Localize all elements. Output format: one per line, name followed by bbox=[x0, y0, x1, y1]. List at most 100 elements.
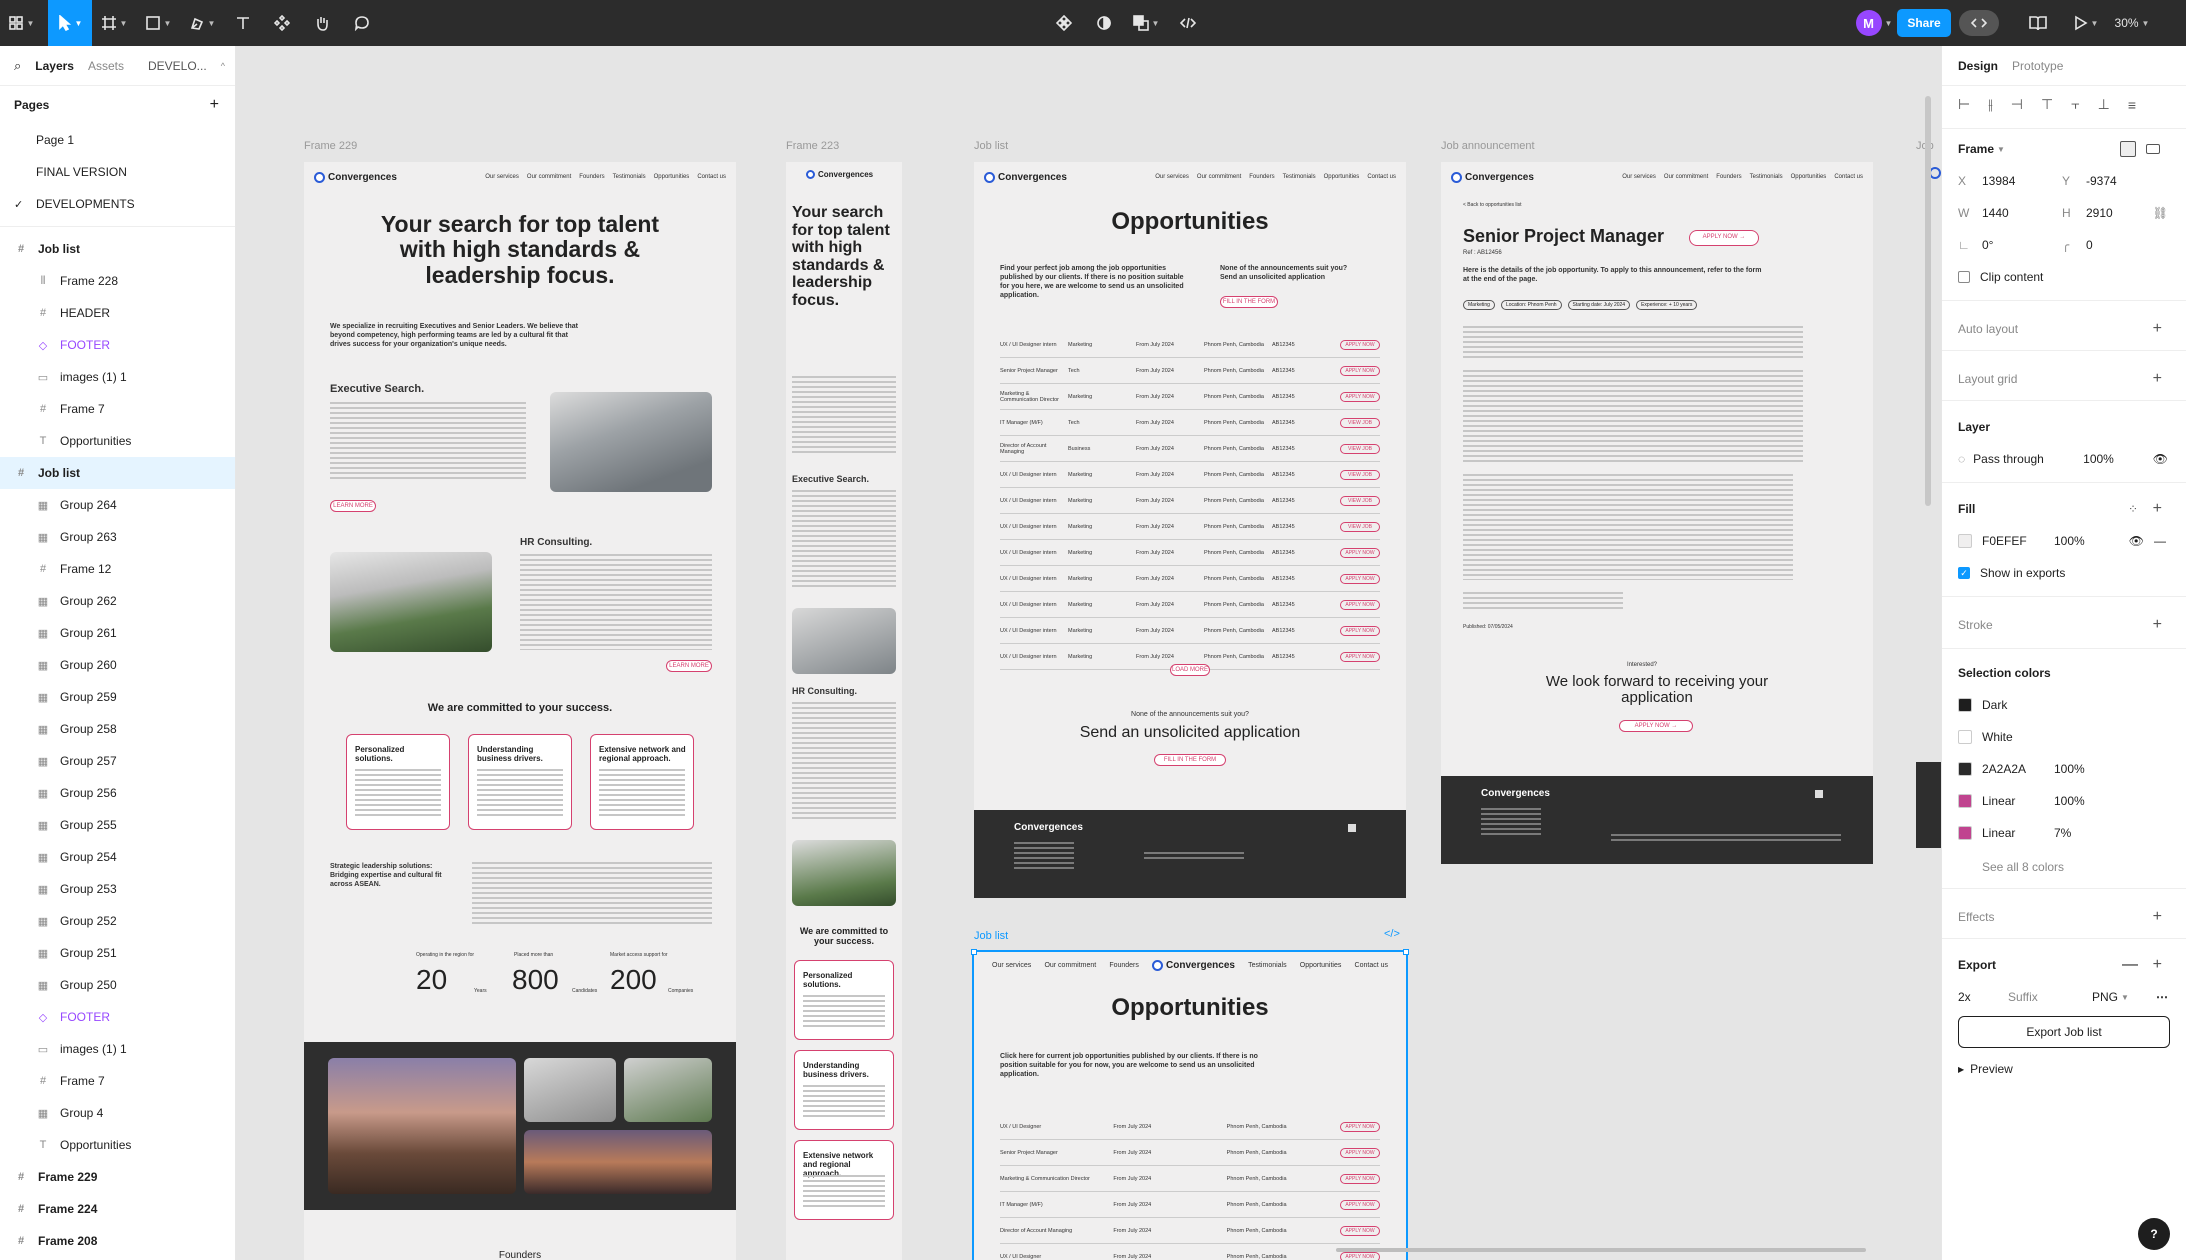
fill-hex-input[interactable]: F0EFEF bbox=[1982, 534, 2054, 548]
remove-fill-icon[interactable]: — bbox=[2154, 534, 2166, 548]
layer-frame[interactable]: # Frame 208 bbox=[0, 1225, 235, 1257]
style-grid-icon[interactable]: ⁘ bbox=[2128, 502, 2138, 516]
tab-design[interactable]: Design bbox=[1958, 59, 1998, 73]
boolean-icon[interactable]: ▼ bbox=[1124, 0, 1168, 46]
canvas[interactable]: Frame 229 Frame 223 Job list Job announc… bbox=[236, 46, 1941, 1260]
layer-item[interactable]: ▦ Group 4 bbox=[0, 1097, 235, 1129]
color-swatch[interactable] bbox=[1958, 730, 1972, 744]
layer-item[interactable]: ▦ Group 251 bbox=[0, 937, 235, 969]
page-item[interactable]: ✓ DEVELOPMENTS bbox=[0, 188, 235, 220]
frame-label[interactable]: Job announcement bbox=[1441, 140, 1535, 152]
layer-frame[interactable]: # Job list bbox=[0, 233, 235, 265]
hand-tool-icon[interactable] bbox=[302, 0, 342, 46]
chevron-down-icon[interactable]: ▼ bbox=[1997, 145, 2005, 154]
resize-handle[interactable] bbox=[971, 949, 977, 955]
tab-layers[interactable]: Layers bbox=[35, 59, 74, 73]
align-top-icon[interactable]: ⊤ bbox=[2041, 96, 2053, 113]
mask-icon[interactable] bbox=[1084, 0, 1124, 46]
layer-item[interactable]: ▦ Group 252 bbox=[0, 905, 235, 937]
fill-opacity-input[interactable]: 100% bbox=[2054, 534, 2098, 548]
partial-frame-footer[interactable] bbox=[1916, 762, 1941, 848]
blend-mode-select[interactable]: Pass through bbox=[1973, 452, 2083, 466]
layer-item[interactable]: ▦ Group 253 bbox=[0, 873, 235, 905]
rotation-input[interactable]: 0° bbox=[1982, 238, 2062, 252]
layer-item[interactable]: ▦ Group 260 bbox=[0, 649, 235, 681]
layer-item[interactable]: T Opportunities bbox=[0, 425, 235, 457]
preview-row[interactable]: ▶ Preview bbox=[1958, 1062, 2174, 1076]
move-tool-icon[interactable]: ▼ bbox=[48, 0, 92, 46]
frame-label[interactable]: Frame bbox=[1958, 142, 1994, 156]
add-layout-grid-icon[interactable]: + bbox=[2153, 370, 2162, 388]
present-icon[interactable]: ▼ bbox=[2064, 0, 2108, 46]
search-icon[interactable]: ⌕ bbox=[14, 58, 21, 74]
code-icon[interactable] bbox=[1168, 0, 1208, 46]
layer-item[interactable]: T Opportunities bbox=[0, 1129, 235, 1161]
components-tool-icon[interactable] bbox=[262, 0, 302, 46]
frame-label-selected[interactable]: Job list bbox=[974, 930, 1008, 942]
frame-label[interactable]: Frame 223 bbox=[786, 140, 839, 152]
main-menu-icon[interactable]: ▼ bbox=[0, 0, 42, 46]
layer-frame[interactable]: # Frame 224 bbox=[0, 1193, 235, 1225]
align-center-icon[interactable]: ⫲ bbox=[1988, 96, 1993, 113]
pen-tool-icon[interactable]: ▼ bbox=[180, 0, 224, 46]
color-swatch[interactable] bbox=[1958, 826, 1972, 840]
fill-swatch[interactable] bbox=[1958, 534, 1972, 548]
add-page-icon[interactable]: + bbox=[210, 96, 219, 114]
frame-job-list[interactable]: Convergences Our services Our commitment F… bbox=[974, 162, 1406, 898]
layer-item[interactable]: ◇ FOOTER bbox=[0, 329, 235, 361]
frame-223[interactable]: Convergences Your search for top talent … bbox=[786, 162, 902, 1260]
selection-color-row[interactable]: Linear 7% bbox=[1958, 826, 2174, 840]
layer-opacity-input[interactable]: 100% bbox=[2083, 452, 2127, 466]
frame-job-announcement[interactable]: Convergences Our services Our commitment F… bbox=[1441, 162, 1873, 864]
selection-color-row[interactable]: Linear 100% bbox=[1958, 794, 2174, 808]
selection-color-row[interactable]: Dark bbox=[1958, 698, 2174, 712]
page-item[interactable]: Page 1 bbox=[0, 124, 235, 156]
text-tool-icon[interactable] bbox=[224, 0, 262, 46]
selection-color-row[interactable]: White bbox=[1958, 730, 2174, 744]
clip-content-checkbox[interactable] bbox=[1958, 271, 1970, 283]
horizontal-scrollbar[interactable] bbox=[1336, 1248, 1866, 1252]
color-swatch[interactable] bbox=[1958, 762, 1972, 776]
x-input[interactable]: 13984 bbox=[1982, 174, 2062, 188]
tab-prototype[interactable]: Prototype bbox=[2012, 59, 2063, 73]
layer-item[interactable]: # HEADER bbox=[0, 297, 235, 329]
constrain-proportions-icon[interactable]: ⛓ bbox=[2153, 206, 2168, 220]
component-icon[interactable] bbox=[1044, 0, 1084, 46]
show-exports-checkbox[interactable]: ✓ bbox=[1958, 567, 1970, 579]
vertical-scrollbar[interactable] bbox=[1925, 96, 1931, 506]
chevron-down-icon[interactable]: ▼ bbox=[2121, 993, 2129, 1002]
layer-frame-selected[interactable]: # Job list bbox=[0, 457, 235, 489]
layer-item[interactable]: ▭ images (1) 1 bbox=[0, 361, 235, 393]
export-suffix-input[interactable]: Suffix bbox=[2008, 990, 2092, 1004]
layer-item[interactable]: ▦ Group 263 bbox=[0, 521, 235, 553]
distribute-icon[interactable]: ≡ bbox=[2128, 97, 2136, 113]
export-format-select[interactable]: PNG bbox=[2092, 990, 2118, 1004]
layer-item[interactable]: ▭ images (1) 1 bbox=[0, 1033, 235, 1065]
export-scale-select[interactable]: 2x bbox=[1958, 990, 2008, 1004]
export-button[interactable]: Export Job list bbox=[1958, 1016, 2170, 1048]
layer-item[interactable]: ▦ Group 264 bbox=[0, 489, 235, 521]
layer-item[interactable]: # Frame 12 bbox=[0, 553, 235, 585]
layer-item[interactable]: # Frame 7 bbox=[0, 1065, 235, 1097]
frame-label[interactable]: Job list bbox=[974, 140, 1008, 152]
share-button[interactable]: Share bbox=[1897, 9, 1951, 37]
layer-item[interactable]: ◇ FOOTER bbox=[0, 1001, 235, 1033]
eye-icon[interactable]: 👁 bbox=[2129, 534, 2144, 548]
layer-item[interactable]: ▦ Group 261 bbox=[0, 617, 235, 649]
align-bottom-icon[interactable]: ⊥ bbox=[2098, 96, 2110, 113]
page-selector[interactable]: DEVELO... bbox=[148, 59, 207, 73]
resize-handle[interactable] bbox=[1403, 949, 1409, 955]
landscape-icon[interactable] bbox=[2146, 144, 2160, 154]
w-input[interactable]: 1440 bbox=[1982, 206, 2062, 220]
frame-job-list-selected[interactable]: Our services Our commitment Founders Con… bbox=[972, 950, 1408, 1260]
layer-item[interactable]: ▦ Group 256 bbox=[0, 777, 235, 809]
library-icon[interactable] bbox=[2012, 0, 2064, 46]
align-middle-icon[interactable]: ⫟ bbox=[2071, 96, 2079, 113]
align-left-icon[interactable]: ⊢ bbox=[1958, 96, 1970, 113]
zoom-control[interactable]: 30% ▼ bbox=[2108, 0, 2156, 46]
layer-frame[interactable]: # Frame 229 bbox=[0, 1161, 235, 1193]
h-input[interactable]: 2910 bbox=[2086, 206, 2113, 220]
color-swatch[interactable] bbox=[1958, 698, 1972, 712]
layer-item[interactable]: ▦ Group 255 bbox=[0, 809, 235, 841]
code-icon[interactable]: </> bbox=[1384, 928, 1400, 940]
